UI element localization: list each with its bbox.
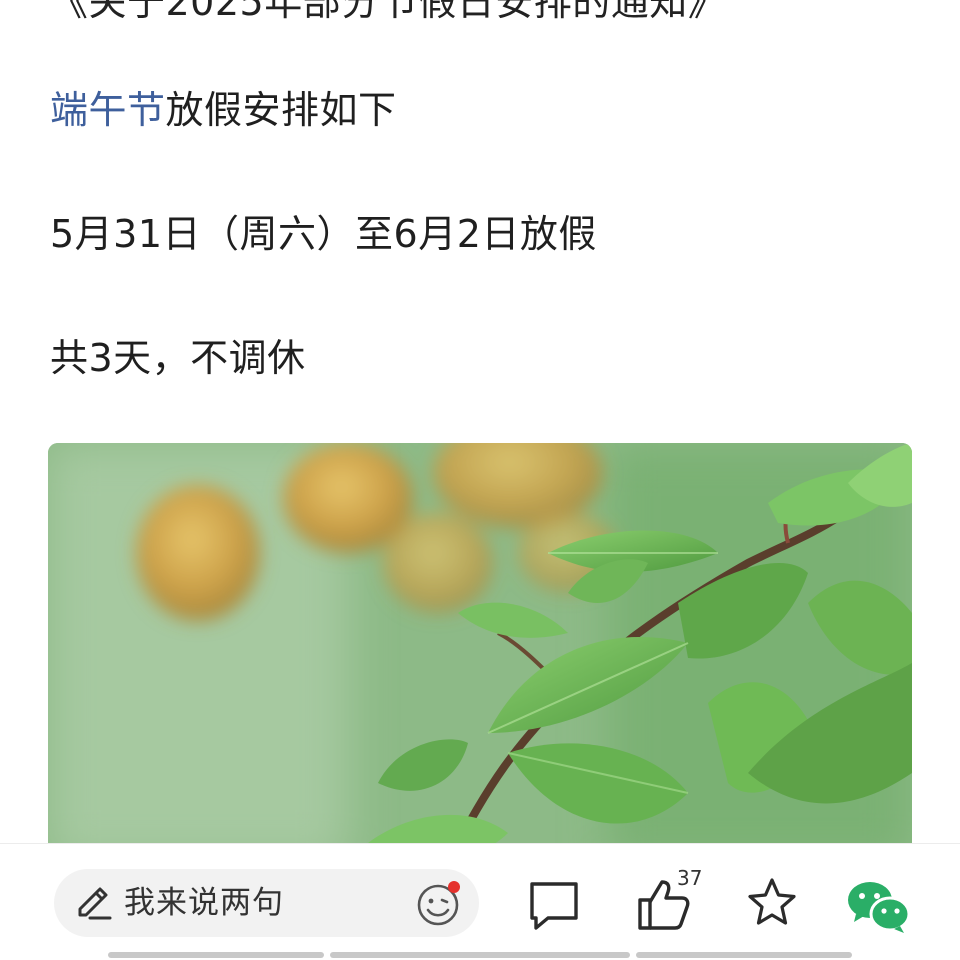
dragon-boat-festival-link[interactable]: 端午节 <box>50 88 166 132</box>
emoji-icon[interactable] <box>416 879 464 927</box>
like-count: 37 <box>677 866 703 890</box>
holiday-duration: 共3天，不调休 <box>50 336 306 380</box>
bottom-action-bar: 我来说两句 37 <box>0 843 960 960</box>
home-indicator-right <box>636 952 852 958</box>
wechat-icon[interactable] <box>846 876 912 936</box>
pencil-icon <box>78 887 112 920</box>
star-icon[interactable] <box>742 874 802 934</box>
holiday-heading: 端午节放假安排如下 <box>50 86 397 134</box>
home-indicator-left <box>108 952 324 958</box>
comment-input[interactable]: 我来说两句 <box>54 869 479 937</box>
home-indicator-middle <box>330 952 630 958</box>
article-page: 《关于2025年部分节假日安排的通知》 端午节放假安排如下 5月31日（周六）至… <box>0 0 960 960</box>
comment-placeholder: 我来说两句 <box>124 885 284 921</box>
apricot-branch-photo[interactable] <box>48 443 912 863</box>
article-title-cut: 《关于2025年部分节假日安排的通知》 <box>50 0 727 24</box>
holiday-heading-text: 放假安排如下 <box>165 88 397 132</box>
comment-icon[interactable] <box>524 874 584 934</box>
holiday-dates: 5月31日（周六）至6月2日放假 <box>50 212 597 256</box>
